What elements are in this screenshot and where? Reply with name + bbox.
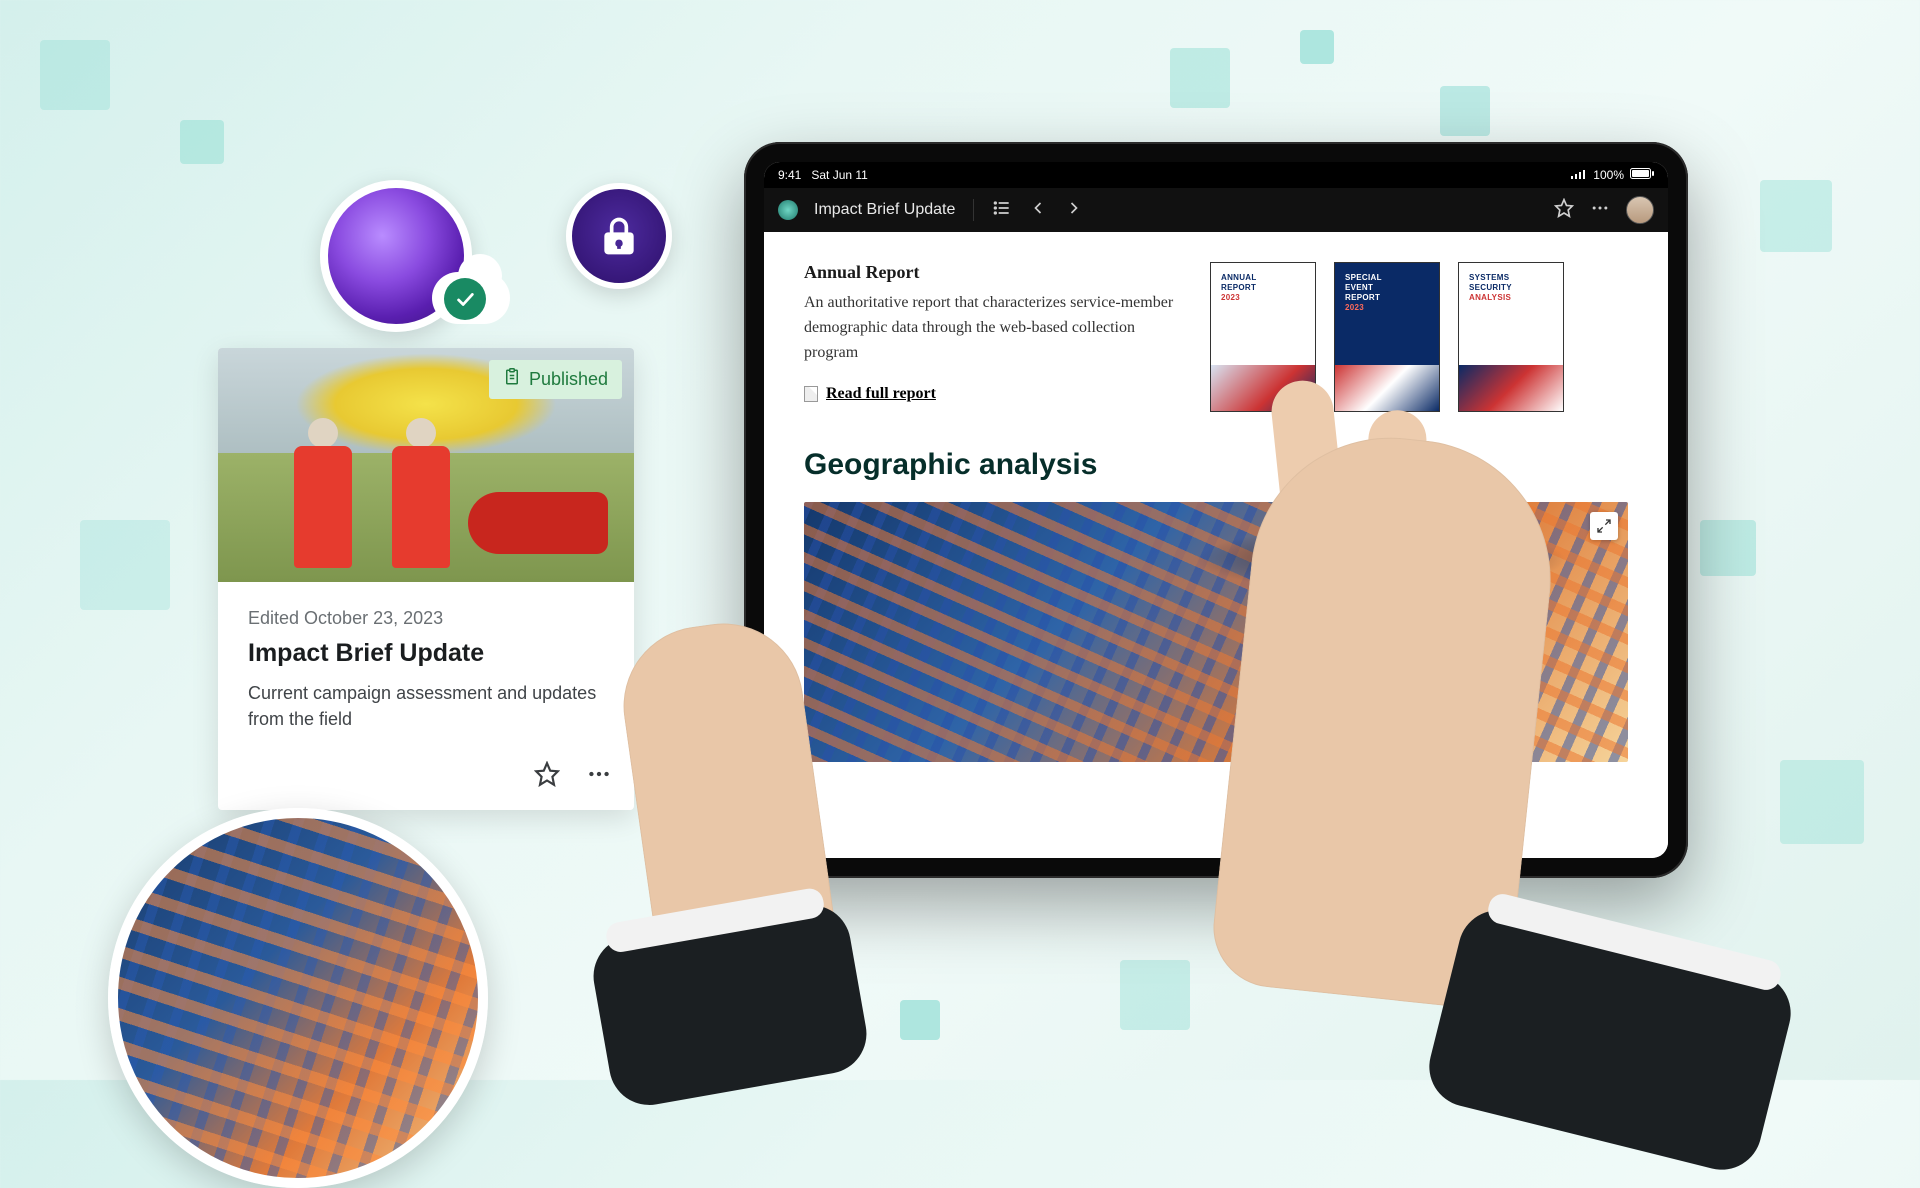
tablet-device-frame: 9:41 Sat Jun 11 100% Impact Brief Update <box>744 142 1688 878</box>
right-sleeve <box>1421 902 1799 1178</box>
signal-icon <box>1571 168 1587 182</box>
story-card[interactable]: Published Edited October 23, 2023 Impact… <box>218 348 634 810</box>
read-full-report-label: Read full report <box>826 385 936 403</box>
device-status-bar: 9:41 Sat Jun 11 100% <box>764 162 1668 188</box>
left-sleeve <box>587 899 873 1112</box>
battery-icon <box>1630 168 1654 182</box>
story-card-title: Impact Brief Update <box>248 639 604 668</box>
map-expand-button[interactable] <box>1590 512 1618 540</box>
story-card-description: Current campaign assessment and updates … <box>248 680 604 732</box>
read-full-report-link[interactable]: Read full report <box>804 385 936 403</box>
lock-badge-icon <box>566 183 672 289</box>
app-title: Impact Brief Update <box>814 201 955 219</box>
publish-icon <box>503 368 521 391</box>
annual-report-heading: Annual Report <box>804 262 1174 283</box>
nav-forward-button[interactable] <box>1064 198 1084 223</box>
cloud-sync-ok-icon <box>444 278 486 320</box>
user-avatar[interactable] <box>1626 196 1654 224</box>
story-card-hero-image: Published <box>218 348 634 582</box>
battery-percent: 100% <box>1593 168 1624 182</box>
nav-back-button[interactable] <box>1028 198 1048 223</box>
published-status-chip: Published <box>489 360 622 399</box>
more-options-button[interactable] <box>586 761 612 792</box>
topbar-more-button[interactable] <box>1590 198 1610 223</box>
favorite-story-button[interactable] <box>1554 198 1574 223</box>
annual-report-description: An authoritative report that characteriz… <box>804 291 1174 365</box>
app-logo-icon[interactable] <box>778 200 798 220</box>
status-time: 9:41 <box>778 168 801 182</box>
app-top-bar: Impact Brief Update <box>764 188 1668 232</box>
list-view-button[interactable] <box>992 198 1012 223</box>
report-thumbnail-systems-security[interactable]: SYSTEMSSECURITYANALYSIS <box>1458 262 1564 412</box>
story-card-edited-date: Edited October 23, 2023 <box>248 608 604 629</box>
satellite-map-preview-circle <box>108 808 488 1188</box>
favorite-button[interactable] <box>534 761 560 792</box>
document-icon <box>804 386 818 402</box>
report-thumbnail-special-event[interactable]: SPECIALEVENTREPORT2023 <box>1334 262 1440 412</box>
status-date: Sat Jun 11 <box>811 168 867 182</box>
published-status-label: Published <box>529 369 608 390</box>
